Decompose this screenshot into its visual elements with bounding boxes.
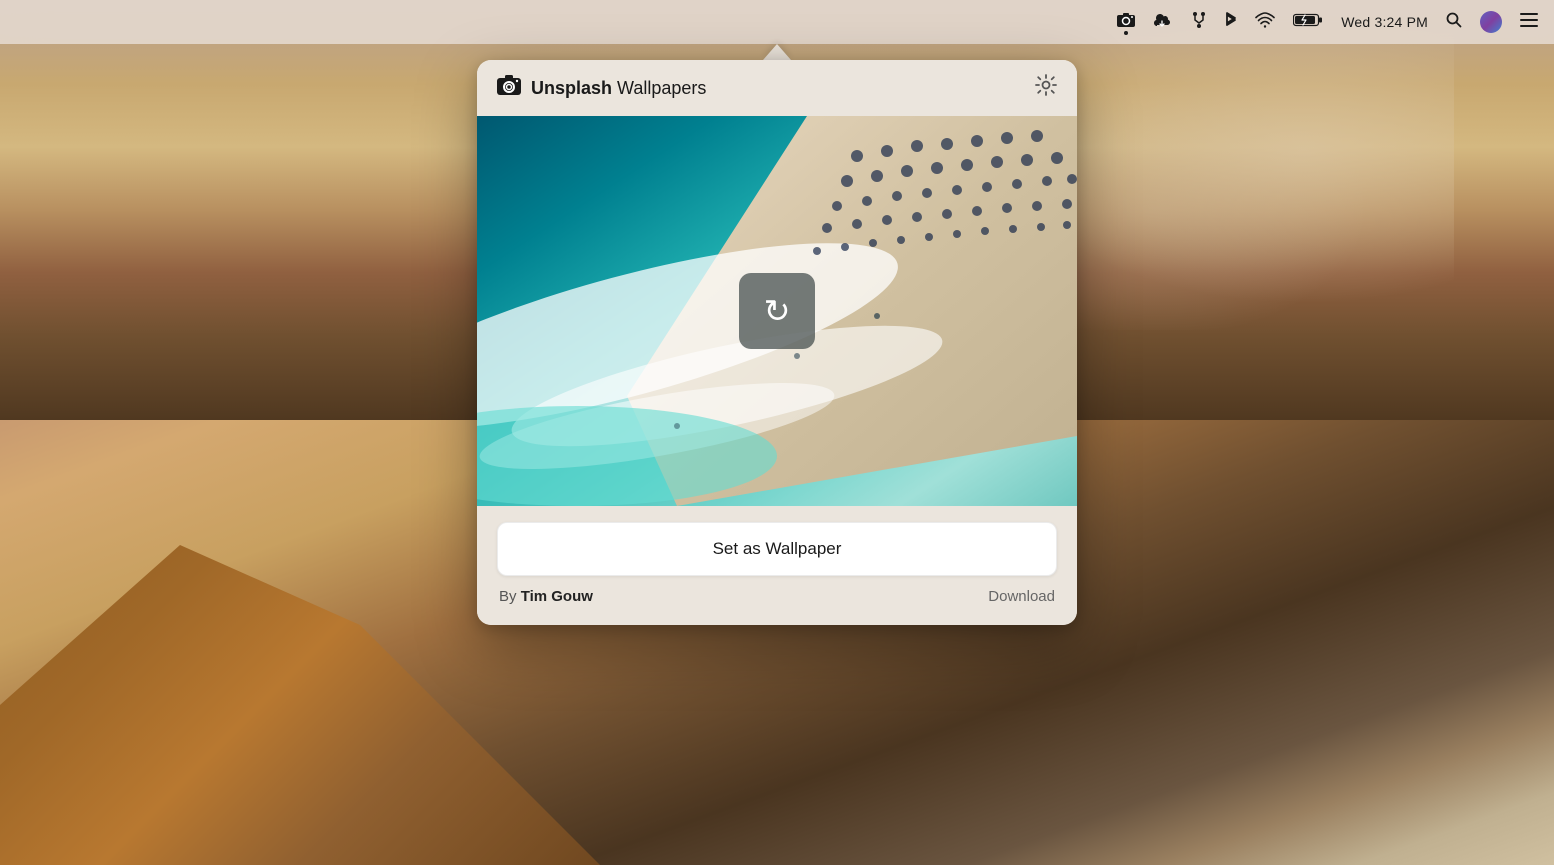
popover-bottom: Set as Wallpaper By Tim Gouw Download	[477, 506, 1077, 625]
camera-menubar-icon[interactable]	[1117, 12, 1135, 33]
photographer-name: Tim Gouw	[521, 588, 593, 605]
wifi-icon[interactable]	[1255, 12, 1275, 33]
photographer-attribution: By Tim Gouw	[499, 588, 593, 605]
menubar-right-icons: Wed 3:24 PM	[1117, 11, 1538, 34]
user-avatar[interactable]	[1480, 11, 1502, 33]
search-icon[interactable]	[1446, 12, 1462, 33]
menubar: Wed 3:24 PM	[0, 0, 1554, 44]
popover-title-normal: Wallpapers	[612, 78, 706, 98]
wallpaper-preview-image[interactable]: ↻	[477, 116, 1077, 506]
cloud-icon[interactable]	[1153, 13, 1173, 32]
battery-icon[interactable]	[1293, 12, 1323, 33]
popover-title-area: Unsplash Wallpapers	[497, 74, 706, 102]
popover-arrow	[763, 44, 791, 60]
download-link[interactable]: Download	[988, 588, 1055, 605]
popover-header: Unsplash Wallpapers	[477, 60, 1077, 116]
popover-camera-icon	[497, 74, 521, 102]
fork-icon[interactable]	[1191, 11, 1207, 34]
bluetooth-icon[interactable]	[1225, 11, 1237, 34]
menubar-time: Wed 3:24 PM	[1341, 14, 1428, 30]
by-prefix: By	[499, 588, 521, 605]
refresh-button[interactable]: ↻	[739, 273, 815, 349]
attribution-row: By Tim Gouw Download	[497, 588, 1057, 605]
popover-title: Unsplash Wallpapers	[531, 78, 706, 99]
set-wallpaper-button[interactable]: Set as Wallpaper	[497, 522, 1057, 576]
settings-gear-icon[interactable]	[1035, 74, 1057, 102]
refresh-icon: ↻	[764, 292, 791, 330]
popover-title-bold: Unsplash	[531, 78, 612, 98]
popover-panel: Unsplash Wallpapers	[477, 60, 1077, 625]
control-center-icon[interactable]	[1520, 13, 1538, 32]
